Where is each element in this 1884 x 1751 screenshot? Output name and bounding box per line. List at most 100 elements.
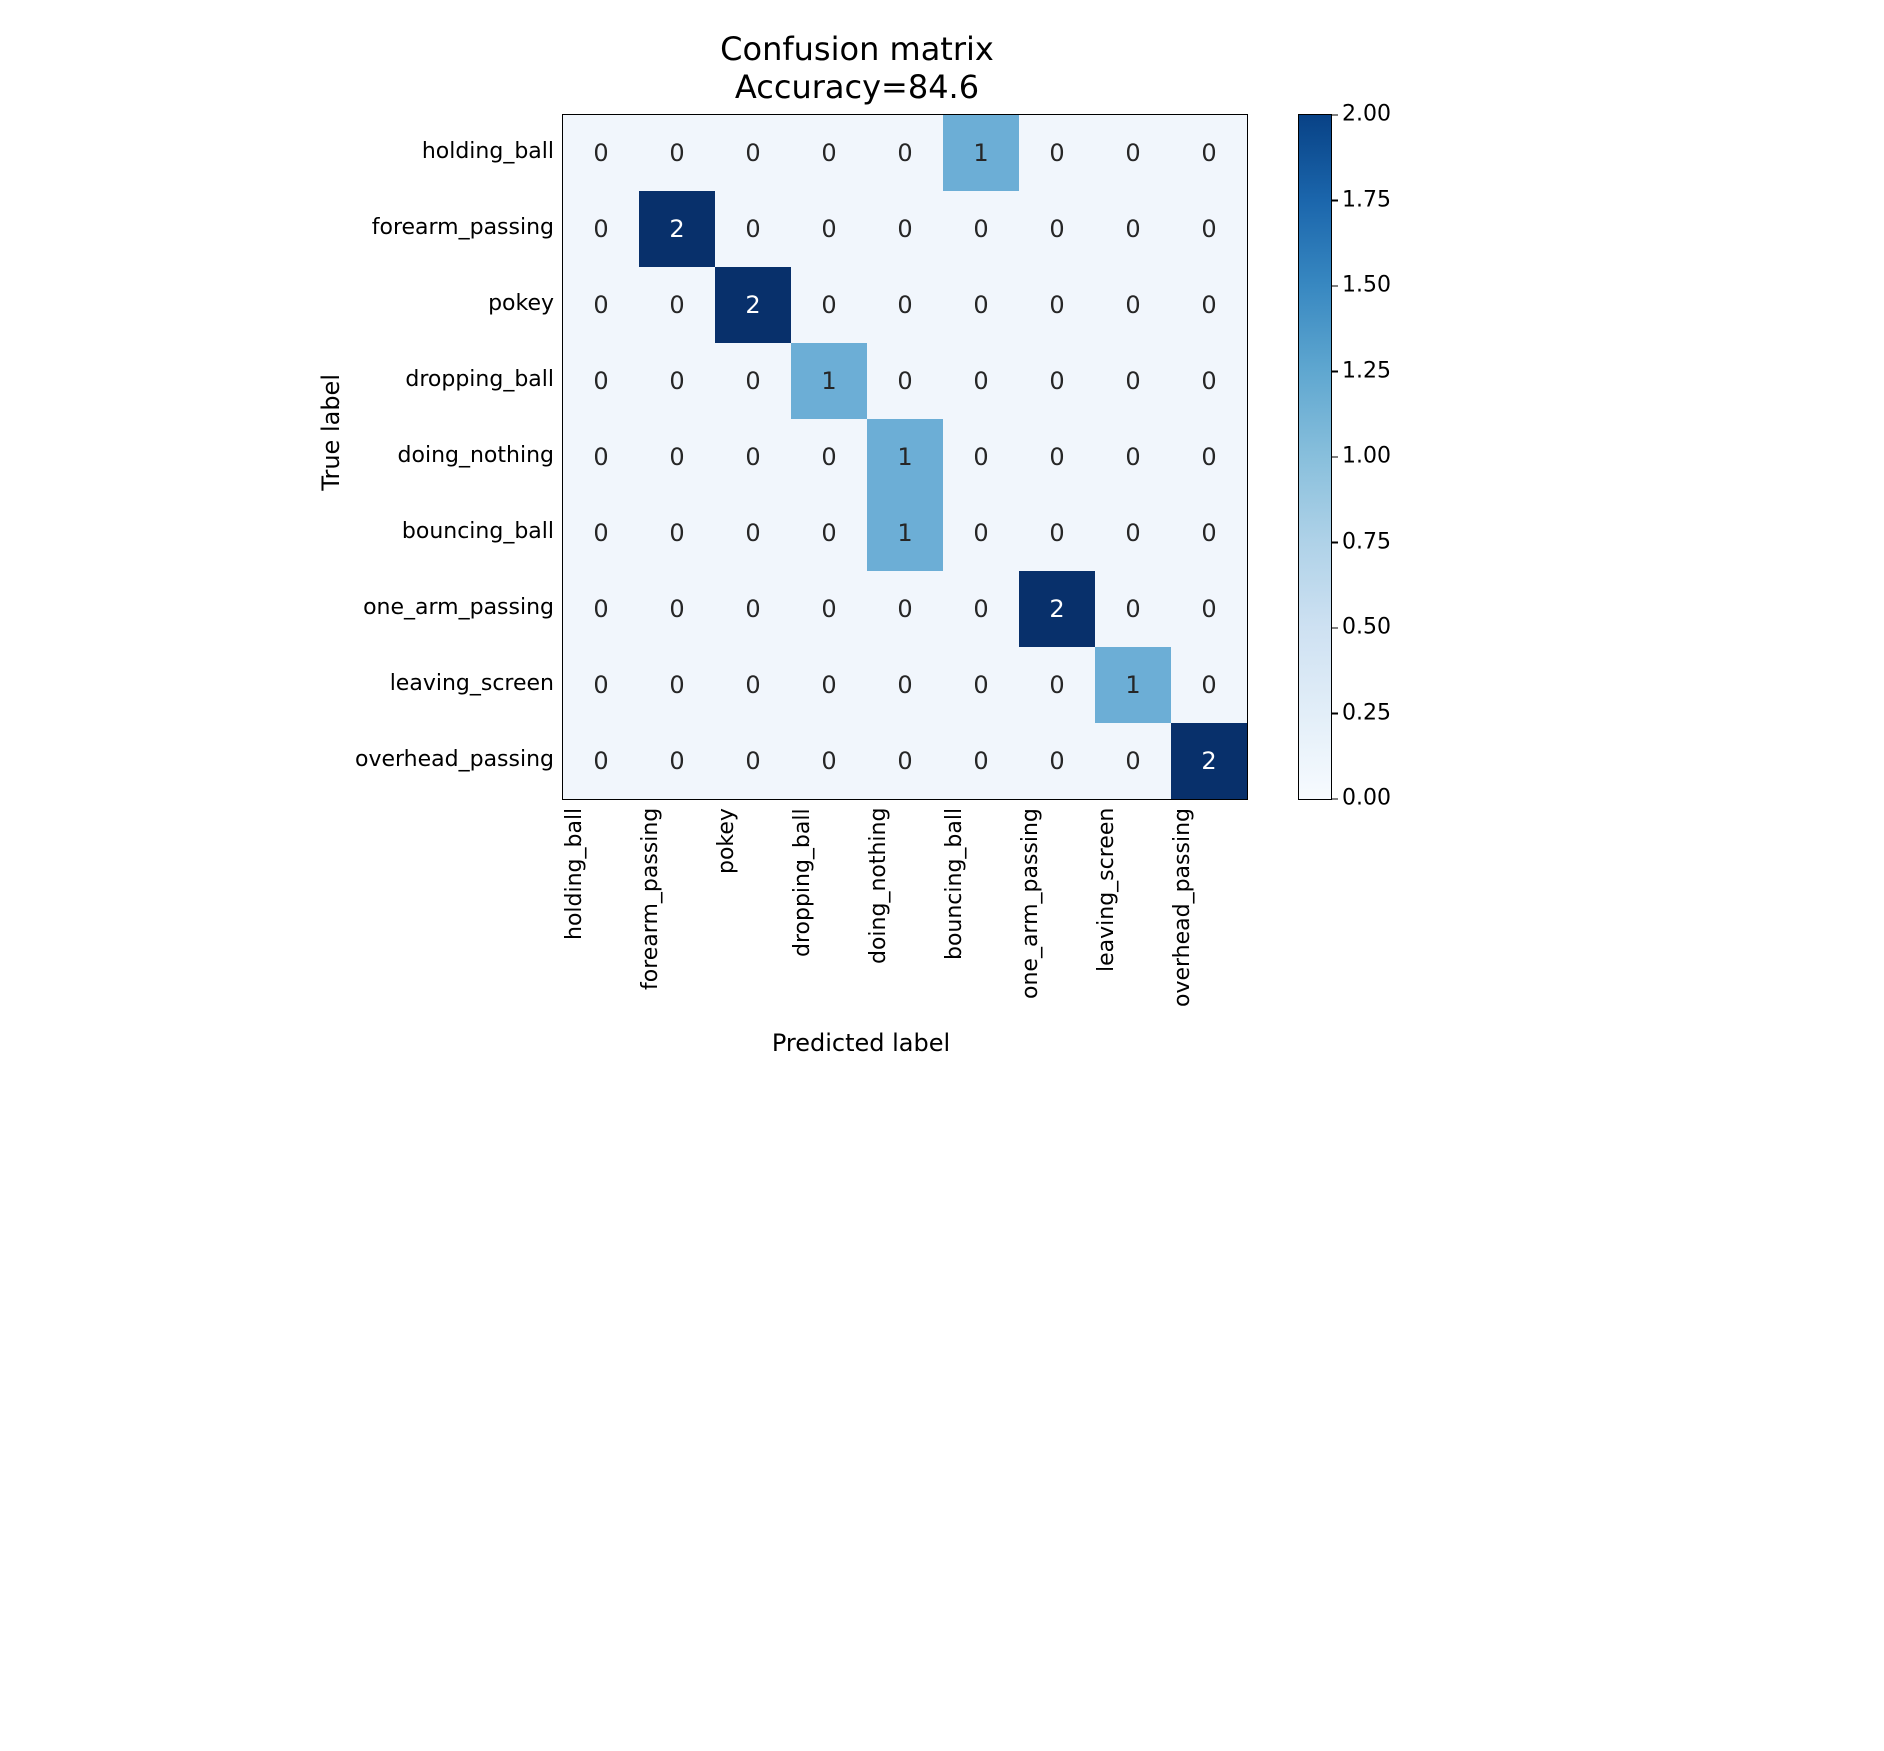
x-tick-label: overhead_passing [1170,808,1246,1011]
y-tick-label: one_arm_passing [355,570,554,646]
heatmap-cell: 0 [639,343,715,419]
y-tick-label: doing_nothing [355,418,554,494]
heatmap-cell: 0 [1095,267,1171,343]
heatmap-cell: 0 [639,723,715,799]
y-axis-label: True label [317,374,345,491]
heatmap-cell: 0 [715,191,791,267]
heatmap-cell: 2 [1019,571,1095,647]
heatmap-cell: 0 [715,419,791,495]
heatmap-cell: 0 [867,571,943,647]
heatmap-cell: 0 [639,267,715,343]
heatmap-cell: 0 [1019,647,1095,723]
heatmap-cell: 0 [943,419,1019,495]
heatmap-cell: 0 [563,571,639,647]
heatmap-cell: 0 [791,115,867,191]
title-block: Confusion matrix Accuracy=84.6 [517,30,1197,106]
heatmap-cell: 0 [943,495,1019,571]
heatmap-cell: 0 [1171,191,1247,267]
heatmap-cell: 0 [563,267,639,343]
heatmap-cell: 0 [1095,191,1171,267]
heatmap-cell: 0 [1095,495,1171,571]
heatmap-cell: 0 [1095,419,1171,495]
colorbar-tick: 2.00 [1342,102,1391,127]
y-tick-label: forearm_passing [355,190,554,266]
heatmap-cell: 0 [791,571,867,647]
colorbar-tick: 1.75 [1342,187,1391,212]
heatmap-cell: 0 [943,723,1019,799]
heatmap-cell: 0 [791,267,867,343]
heatmap-cell: 0 [639,647,715,723]
x-axis-label: Predicted label [519,1029,1203,1057]
y-tick-labels: holding_ballforearm_passingpokeydropping… [355,114,554,798]
heatmap-cell: 0 [639,571,715,647]
heatmap-cell: 0 [715,495,791,571]
y-tick-label: pokey [355,266,554,342]
heatmap-cell: 0 [563,419,639,495]
colorbar-tick: 1.25 [1342,358,1391,383]
heatmap-cell: 0 [639,419,715,495]
heatmap-cell: 0 [715,647,791,723]
x-tick-labels: holding_ballforearm_passingpokeydropping… [562,808,1246,1011]
heatmap-cell: 0 [867,647,943,723]
heatmap-cell: 0 [563,191,639,267]
heatmap-cell: 0 [1019,191,1095,267]
x-tick-label: one_arm_passing [1018,808,1094,1011]
heatmap-cell: 0 [639,115,715,191]
heatmap-cell: 0 [1019,267,1095,343]
heatmap-cell: 1 [1095,647,1171,723]
colorbar-tick: 1.50 [1342,273,1391,298]
heatmap-cell: 0 [1019,419,1095,495]
y-tick-label: bouncing_ball [355,494,554,570]
colorbar-tick: 0.00 [1342,786,1391,811]
heatmap-cell: 0 [791,495,867,571]
heatmap-cell: 0 [715,343,791,419]
heatmap-cell: 0 [943,647,1019,723]
colorbar-tick: 0.50 [1342,615,1391,640]
heatmap-cell: 0 [943,267,1019,343]
heatmap-cell: 0 [1171,571,1247,647]
x-tick-label: dropping_ball [790,808,866,1011]
heatmap-cell: 0 [563,723,639,799]
heatmap-cell: 0 [867,343,943,419]
y-tick-label: dropping_ball [355,342,554,418]
heatmap-cell: 1 [791,343,867,419]
heatmap-cell: 0 [1095,723,1171,799]
colorbar [1298,114,1332,800]
heatmap-cell: 0 [715,571,791,647]
colorbar-tick: 0.75 [1342,529,1391,554]
heatmap-cell: 0 [791,191,867,267]
confusion-matrix-chart: Confusion matrix Accuracy=84.6 True labe… [317,30,1567,1057]
heatmap-cell: 0 [867,115,943,191]
heatmap-cell: 0 [791,723,867,799]
heatmap-cell: 0 [1171,495,1247,571]
x-tick-label: bouncing_ball [942,808,1018,1011]
x-tick-label: holding_ball [562,808,638,1011]
x-tick-label: pokey [714,808,790,1011]
heatmap-cell: 0 [867,191,943,267]
heatmap-cell: 0 [1095,343,1171,419]
heatmap-cell: 1 [867,419,943,495]
heatmap-cell: 0 [563,647,639,723]
chart-subtitle: Accuracy=84.6 [517,68,1197,106]
heatmap-cell: 0 [943,191,1019,267]
heatmap-cell: 2 [715,267,791,343]
heatmap-cell: 0 [867,267,943,343]
colorbar-tick: 1.00 [1342,444,1391,469]
x-tick-label: forearm_passing [638,808,714,1011]
x-tick-label: doing_nothing [866,808,942,1011]
heatmap-cell: 0 [563,343,639,419]
heatmap-cell: 0 [715,115,791,191]
y-tick-label: holding_ball [355,114,554,190]
heatmap-cell: 0 [1019,723,1095,799]
heatmap-cell: 0 [867,723,943,799]
heatmap-cell: 0 [791,647,867,723]
y-tick-label: leaving_screen [355,646,554,722]
heatmap-cell: 0 [943,571,1019,647]
heatmap-cell: 0 [1171,115,1247,191]
heatmap-cell: 0 [1171,419,1247,495]
heatmap-cell: 0 [1171,343,1247,419]
heatmap-cell: 0 [639,495,715,571]
y-tick-label: overhead_passing [355,722,554,798]
heatmap-cell: 0 [563,495,639,571]
heatmap-cell: 0 [1019,343,1095,419]
